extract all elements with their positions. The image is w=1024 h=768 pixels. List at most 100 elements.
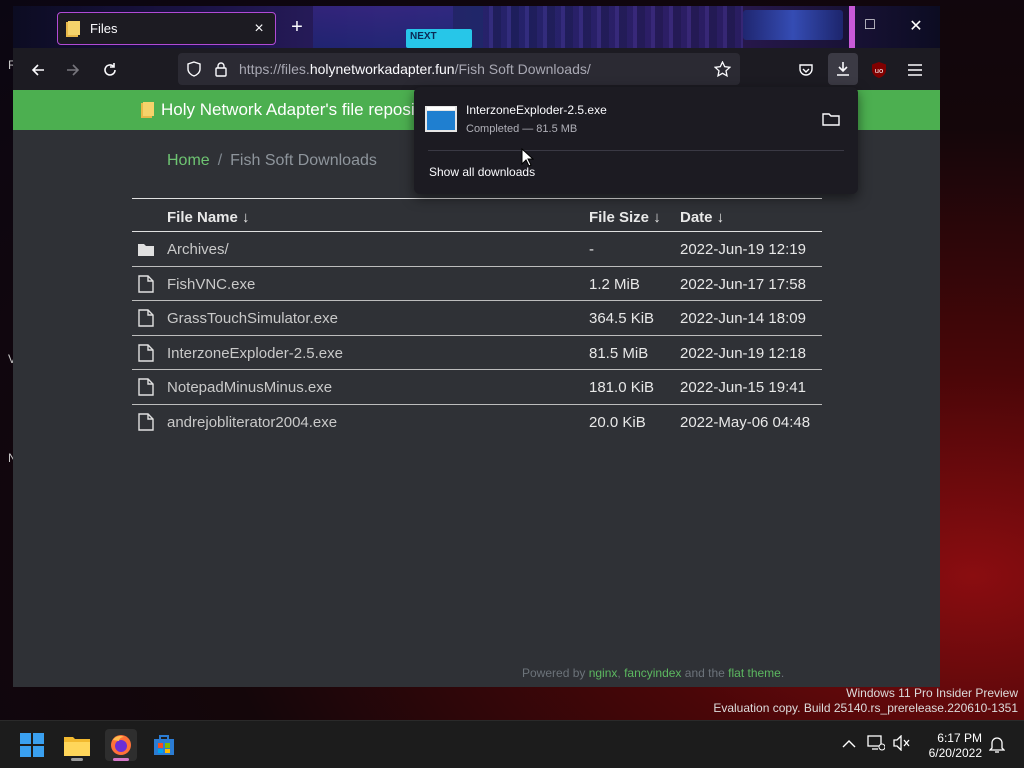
hamburger-menu-icon <box>908 64 922 76</box>
active-indicator <box>113 758 129 761</box>
chevron-up-icon[interactable] <box>842 739 856 749</box>
download-file-name: InterzoneExploder-2.5.exe <box>466 103 607 117</box>
file-size: - <box>589 241 594 258</box>
nginx-link[interactable]: nginx <box>589 666 618 680</box>
network-icon[interactable] <box>867 735 885 751</box>
file-name-link[interactable]: InterzoneExploder-2.5.exe <box>167 345 343 362</box>
windows-logo-icon <box>20 733 44 757</box>
file-date: 2022-Jun-14 18:09 <box>680 310 806 328</box>
table-row[interactable]: GrassTouchSimulator.exe 364.5 KiB 2022-Jun… <box>132 301 822 336</box>
forward-button[interactable] <box>61 58 85 82</box>
windows-watermark: Windows 11 Pro Insider Preview Evaluatio… <box>713 686 1018 716</box>
sort-by-size-header[interactable]: File Size ↓ <box>589 209 661 226</box>
maximize-button[interactable]: □ <box>855 16 885 34</box>
file-name-link[interactable]: NotepadMinusMinus.exe <box>167 379 332 396</box>
table-row[interactable]: andrejobliterator2004.exe 20.0 KiB 2022-Ma… <box>132 405 822 440</box>
close-tab-icon[interactable]: × <box>251 20 267 38</box>
file-name-link[interactable]: GrassTouchSimulator.exe <box>167 310 338 327</box>
tab-files[interactable]: Files × <box>57 12 276 45</box>
close-window-button[interactable]: ✕ <box>901 16 931 36</box>
tab-bar: NEXT Files × + □ ✕ <box>13 6 940 48</box>
notification-bell-icon[interactable] <box>989 736 1005 754</box>
download-icon <box>837 62 849 76</box>
file-size: 181.0 KiB <box>589 379 655 397</box>
system-clock[interactable]: 6:17 PM 6/20/2022 <box>920 731 982 761</box>
footer-text: and the <box>681 666 729 680</box>
bookmark-star-icon[interactable] <box>714 61 731 78</box>
lock-icon[interactable] <box>214 61 228 77</box>
file-date: 2022-Jun-15 19:41 <box>680 379 806 397</box>
svg-text:uo: uo <box>875 67 884 75</box>
download-status: Completed — 81.5 MB <box>466 123 578 135</box>
watermark-line: Windows 11 Pro Insider Preview <box>846 686 1018 700</box>
executable-file-icon <box>425 106 457 132</box>
file-date: 2022-May-06 04:48 <box>680 413 811 431</box>
reload-button[interactable] <box>98 58 122 82</box>
table-row[interactable]: NotepadMinusMinus.exe 181.0 KiB 2022-Jun-1… <box>132 370 822 405</box>
folder-icon <box>138 244 154 256</box>
reload-icon <box>104 63 116 76</box>
ublock-shield-icon: uo <box>872 62 886 78</box>
file-table: File Name ↓ File Size ↓ Date ↓ Archives/… <box>132 198 822 440</box>
url-text[interactable]: https://files.holynetworkadapter.fun/Fis… <box>239 61 591 77</box>
folder-icon <box>141 102 154 118</box>
firefox-taskbar-button[interactable] <box>105 729 137 761</box>
downloads-panel: InterzoneExploder-2.5.exe Completed — 81… <box>414 87 858 194</box>
file-name-link[interactable]: Archives/ <box>167 241 229 258</box>
file-explorer-taskbar-button[interactable] <box>61 729 93 761</box>
back-button[interactable] <box>26 58 50 82</box>
breadcrumb-current: Fish Soft Downloads <box>230 152 377 169</box>
clock-date: 6/20/2022 <box>928 746 982 760</box>
footer-text: Powered by <box>522 666 589 680</box>
folder-icon <box>66 20 80 37</box>
flat-theme-link[interactable]: flat theme <box>728 666 781 680</box>
table-row[interactable]: Archives/ - 2022-Jun-19 12:19 <box>132 232 822 267</box>
file-icon <box>138 413 154 431</box>
table-row[interactable]: FishVNC.exe 1.2 MiB 2022-Jun-17 17:58 <box>132 267 822 302</box>
banner-title: Holy Network Adapter's file reposito <box>161 100 429 119</box>
start-button[interactable] <box>16 729 48 761</box>
firefox-icon <box>111 735 131 755</box>
theme-badge: NEXT <box>406 29 472 48</box>
running-indicator <box>71 758 83 761</box>
volume-muted-icon[interactable] <box>893 735 911 751</box>
store-icon <box>154 735 174 755</box>
watermark-line: Evaluation copy. Build 25140.rs_prerelea… <box>713 701 1018 715</box>
table-row[interactable]: InterzoneExploder-2.5.exe 81.5 MiB 2022-Ju… <box>132 336 822 371</box>
new-tab-button[interactable]: + <box>286 16 308 39</box>
footer-text: . <box>780 666 785 680</box>
breadcrumb-home-link[interactable]: Home <box>167 152 210 169</box>
file-explorer-icon <box>64 737 90 756</box>
file-icon <box>138 274 154 293</box>
pocket-button[interactable] <box>794 58 818 82</box>
menu-button[interactable] <box>903 58 927 82</box>
ublock-button[interactable]: uo <box>867 58 891 82</box>
forward-arrow-icon <box>67 64 80 76</box>
taskbar: 6:17 PM 6/20/2022 <box>0 720 1024 768</box>
store-taskbar-button[interactable] <box>148 729 180 761</box>
file-date: 2022-Jun-17 17:58 <box>680 275 806 293</box>
file-size: 81.5 MiB <box>589 344 649 362</box>
breadcrumb-separator: / <box>217 152 223 169</box>
file-size: 364.5 KiB <box>589 310 655 328</box>
breadcrumb: Home / Fish Soft Downloads <box>167 152 377 170</box>
page-footer: Powered by nginx, fancyindex and the fla… <box>522 666 784 680</box>
shield-icon[interactable] <box>186 61 202 77</box>
show-all-downloads-button[interactable]: Show all downloads <box>429 165 535 179</box>
file-name-link[interactable]: FishVNC.exe <box>167 276 255 293</box>
file-icon <box>138 378 154 397</box>
fancyindex-link[interactable]: fancyindex <box>624 666 681 680</box>
open-folder-icon[interactable] <box>822 111 840 127</box>
divider <box>428 150 844 151</box>
sort-by-name-header[interactable]: File Name ↓ <box>167 209 250 226</box>
pocket-icon <box>799 64 813 76</box>
file-icon <box>138 344 154 362</box>
back-arrow-icon <box>31 64 44 76</box>
downloads-button[interactable] <box>828 53 858 85</box>
file-name-link[interactable]: andrejobliterator2004.exe <box>167 414 337 431</box>
sort-by-date-header[interactable]: Date ↓ <box>680 209 724 226</box>
mouse-cursor-icon <box>521 148 534 167</box>
file-size: 20.0 KiB <box>589 413 646 431</box>
address-bar[interactable]: https://files.holynetworkadapter.fun/Fis… <box>178 53 740 85</box>
file-icon <box>138 309 154 327</box>
